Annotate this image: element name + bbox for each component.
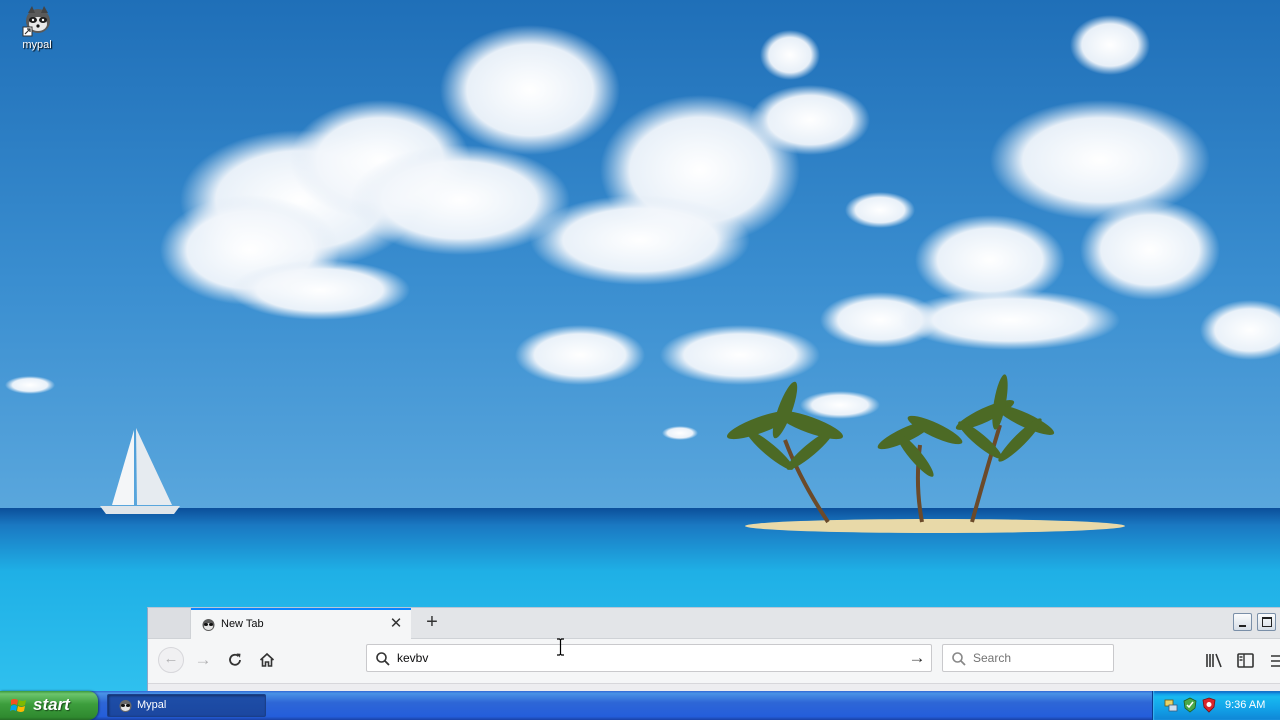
search-bar[interactable] (942, 644, 1114, 672)
search-icon (952, 652, 966, 666)
address-bar[interactable]: → (366, 644, 932, 672)
system-tray: 9:36 AM (1152, 691, 1280, 720)
clock: 9:36 AM (1225, 699, 1266, 711)
address-input[interactable] (397, 649, 897, 667)
windows-flag-icon (10, 699, 26, 712)
start-label: start (33, 695, 70, 714)
browser-window: New Tab ✕ + ← → → (147, 607, 1280, 693)
antivirus-shield-icon[interactable] (1201, 697, 1217, 713)
close-tab-icon[interactable]: ✕ (387, 615, 405, 633)
reload-icon[interactable] (222, 648, 248, 672)
desktop-icon-label: mypal (22, 39, 52, 51)
mypal-favicon (119, 700, 132, 712)
navigation-toolbar: ← → → (148, 639, 1280, 683)
desktop-icon-mypal[interactable]: mypal (8, 4, 66, 51)
search-icon (376, 652, 390, 666)
tab-new-tab[interactable]: New Tab ✕ (191, 608, 411, 639)
forward-arrow-icon[interactable]: → (190, 648, 216, 672)
home-icon[interactable] (254, 648, 280, 672)
back-arrow-icon[interactable]: ← (158, 647, 184, 673)
minimize-button[interactable] (1233, 613, 1252, 631)
library-icon[interactable] (1203, 650, 1225, 672)
security-icon[interactable] (1182, 697, 1198, 713)
sidebar-icon[interactable] (1235, 650, 1257, 672)
new-tab-button[interactable]: + (420, 611, 444, 635)
network-icon[interactable] (1163, 697, 1179, 713)
tab-strip: New Tab ✕ + (148, 608, 1280, 639)
go-arrow-icon[interactable]: → (907, 648, 927, 668)
search-input[interactable] (973, 649, 1103, 667)
taskbar: start Mypal 9:36 AM (0, 691, 1280, 720)
menu-icon[interactable] (1268, 650, 1280, 672)
start-button[interactable]: start (0, 691, 98, 720)
tab-title: New Tab (221, 618, 264, 630)
tab-strip-spacer (148, 608, 191, 638)
taskbar-item-label: Mypal (137, 699, 167, 711)
text-cursor-icon (557, 638, 564, 656)
maximize-button[interactable] (1257, 613, 1276, 631)
mypal-favicon (202, 619, 215, 631)
mypal-raccoon-icon (22, 6, 50, 37)
taskbar-item-mypal[interactable]: Mypal (107, 694, 266, 717)
